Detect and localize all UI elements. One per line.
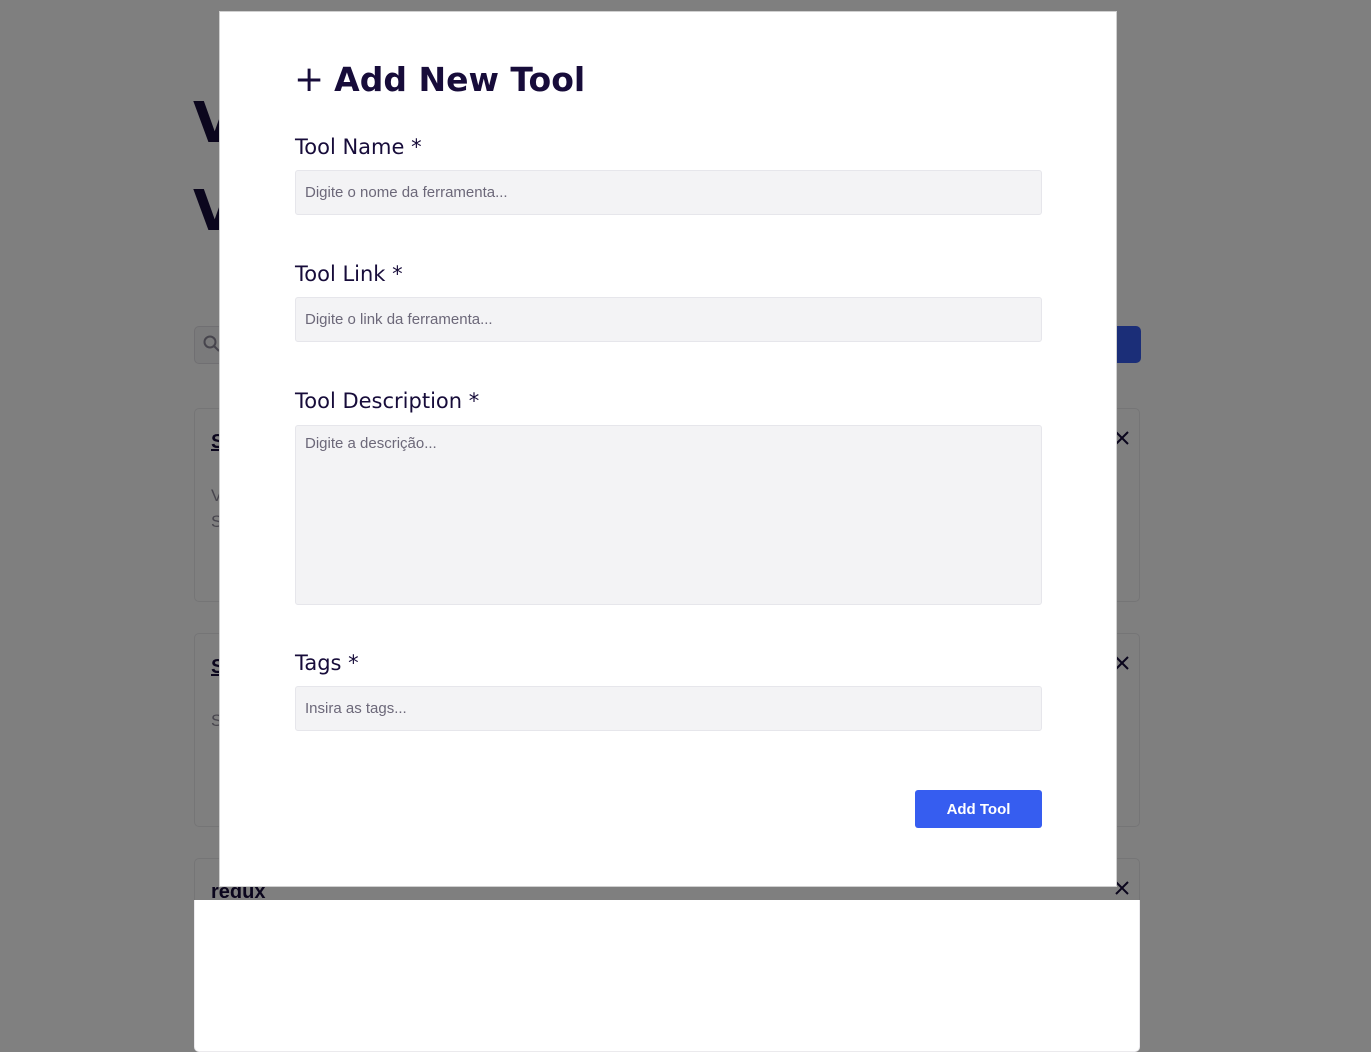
tool-name-label: Tool Name * [295, 135, 422, 159]
tags-input[interactable] [295, 686, 1042, 731]
add-tool-button[interactable]: Add Tool [915, 790, 1042, 828]
modal-title-text: Add New Tool [334, 60, 586, 99]
plus-icon: + [294, 59, 325, 100]
add-tool-modal: + Add New Tool Tool Name * Tool Link * T… [219, 11, 1117, 887]
modal-title: + Add New Tool [294, 58, 585, 102]
tool-description-label: Tool Description * [295, 389, 480, 413]
tool-name-input[interactable] [295, 170, 1042, 215]
tool-description-textarea[interactable] [295, 425, 1042, 605]
tool-link-label: Tool Link * [295, 262, 403, 286]
tool-link-input[interactable] [295, 297, 1042, 342]
tags-label: Tags * [295, 651, 359, 675]
